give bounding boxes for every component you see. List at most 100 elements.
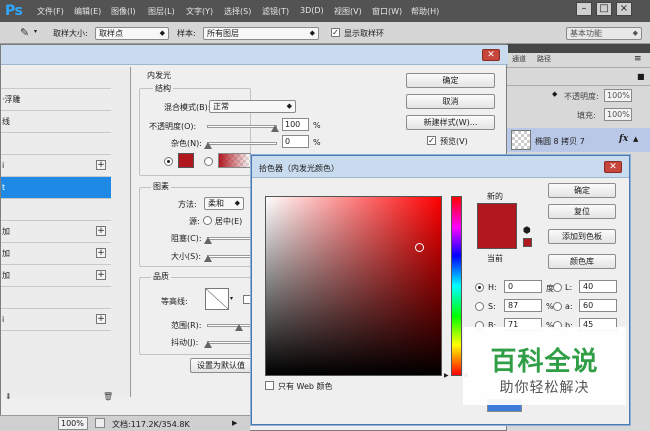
list-item[interactable] bbox=[1, 199, 111, 221]
workspace-select[interactable]: 基本功能 ◆ bbox=[566, 27, 642, 40]
lab-a-field[interactable]: 60 bbox=[579, 299, 617, 312]
layer-name[interactable]: 椭圆 8 拷贝 7 bbox=[535, 136, 585, 147]
list-item-selected[interactable]: t bbox=[1, 177, 111, 199]
blend-mode-select[interactable]: 正常 ◆ bbox=[209, 100, 296, 113]
trash-icon[interactable]: 🗑 bbox=[103, 392, 113, 401]
saturation-radio[interactable] bbox=[475, 302, 484, 311]
status-menu-arrow-icon[interactable]: ▶ bbox=[232, 419, 237, 427]
range-slider-handle[interactable] bbox=[235, 324, 243, 331]
expand-effects-icon[interactable]: ▲ bbox=[633, 135, 638, 143]
cancel-button[interactable]: 取消 bbox=[406, 94, 495, 109]
menu-type[interactable]: 文字(Y) bbox=[186, 6, 213, 17]
gamut-cube-icon[interactable]: ⬢ bbox=[523, 226, 531, 236]
ok-button[interactable]: 确定 bbox=[406, 73, 495, 88]
size-slider[interactable] bbox=[207, 255, 251, 258]
opacity-field[interactable]: 100 bbox=[282, 118, 309, 131]
hue-slider-left-icon[interactable]: ▶ bbox=[444, 372, 449, 379]
menu-window[interactable]: 窗口(W) bbox=[372, 6, 402, 17]
hue-field[interactable]: 0 bbox=[504, 280, 542, 293]
add-icon[interactable]: + bbox=[96, 314, 106, 324]
menu-layer[interactable]: 图层(L) bbox=[148, 6, 175, 17]
menu-view[interactable]: 视图(V) bbox=[334, 6, 362, 17]
add-icon[interactable]: + bbox=[96, 160, 106, 170]
close-window-button[interactable]: × bbox=[616, 2, 632, 16]
choke-slider[interactable] bbox=[207, 237, 251, 240]
add-to-swatches-button[interactable]: 添加到色板 bbox=[548, 229, 616, 244]
jitter-slider-handle[interactable] bbox=[204, 341, 212, 348]
menu-select[interactable]: 选择(S) bbox=[224, 6, 251, 17]
list-item[interactable] bbox=[1, 287, 111, 309]
list-item[interactable]: 线 bbox=[1, 111, 111, 133]
list-item[interactable]: 加 + bbox=[1, 243, 111, 265]
web-safe-swatch[interactable] bbox=[523, 238, 532, 247]
list-item[interactable]: ·浮雕 bbox=[1, 89, 111, 111]
opacity-slider[interactable] bbox=[207, 125, 277, 128]
set-default-button[interactable]: 设置为默认值 bbox=[190, 358, 252, 373]
eyedropper-icon[interactable]: ✎ bbox=[20, 26, 29, 39]
lab-l-radio[interactable] bbox=[553, 283, 562, 292]
hue-radio[interactable] bbox=[475, 283, 484, 292]
color-radio[interactable] bbox=[164, 157, 173, 166]
panel-menu-icon[interactable]: ≡ bbox=[634, 54, 642, 64]
range-slider[interactable] bbox=[207, 324, 251, 327]
glow-color-swatch[interactable] bbox=[178, 153, 194, 168]
layer-fill-field[interactable]: 100% bbox=[604, 108, 632, 121]
opacity-slider-handle[interactable] bbox=[271, 125, 279, 132]
color-libraries-button[interactable]: 颜色库 bbox=[548, 254, 616, 269]
hue-slider[interactable] bbox=[451, 196, 462, 376]
menu-edit[interactable]: 编辑(E) bbox=[74, 6, 101, 17]
source-center-radio[interactable] bbox=[203, 216, 212, 225]
sample-select[interactable]: 所有图层 ◆ bbox=[203, 27, 319, 40]
tab-paths[interactable]: 路径 bbox=[537, 54, 551, 66]
size-slider-handle[interactable] bbox=[204, 255, 212, 262]
zoom-field[interactable]: 100% bbox=[58, 417, 88, 430]
add-icon[interactable]: + bbox=[96, 248, 106, 258]
noise-slider[interactable] bbox=[207, 142, 277, 145]
add-icon[interactable]: + bbox=[96, 226, 106, 236]
menu-help[interactable]: 帮助(H) bbox=[411, 6, 439, 17]
gradient-radio[interactable] bbox=[204, 157, 213, 166]
picker-reset-button[interactable]: 复位 bbox=[548, 204, 616, 219]
doc-info-icon[interactable] bbox=[95, 418, 105, 428]
list-item[interactable]: i + bbox=[1, 309, 111, 331]
color-marker-icon[interactable] bbox=[415, 243, 424, 252]
choke-slider-handle[interactable] bbox=[204, 237, 212, 244]
show-ring-checkbox[interactable]: ✓ bbox=[331, 28, 340, 37]
tool-preset-arrow-icon[interactable]: ▾ bbox=[34, 28, 37, 35]
add-icon[interactable]: + bbox=[96, 270, 106, 280]
list-item[interactable]: 加 + bbox=[1, 221, 111, 243]
list-item[interactable]: 加 + bbox=[1, 265, 111, 287]
maximize-button[interactable]: □ bbox=[596, 2, 612, 16]
list-item[interactable] bbox=[1, 133, 111, 155]
menu-filter[interactable]: 滤镜(T) bbox=[262, 6, 289, 17]
fx-icon[interactable]: fx bbox=[619, 134, 628, 144]
menu-3d[interactable]: 3D(D) bbox=[300, 6, 324, 15]
layer-opacity-field[interactable]: 100% bbox=[604, 89, 632, 102]
web-only-checkbox[interactable] bbox=[265, 381, 274, 390]
picker-ok-button[interactable]: 确定 bbox=[548, 183, 616, 198]
jitter-slider[interactable] bbox=[207, 341, 251, 344]
close-icon[interactable]: ✕ bbox=[604, 161, 622, 173]
list-item[interactable] bbox=[1, 67, 111, 89]
move-down-icon[interactable]: ⬇ bbox=[5, 392, 12, 401]
menu-image[interactable]: 图像(I) bbox=[111, 6, 136, 17]
noise-field[interactable]: 0 bbox=[282, 135, 309, 148]
saturation-brightness-field[interactable] bbox=[265, 196, 442, 376]
menu-file[interactable]: 文件(F) bbox=[37, 6, 64, 17]
contour-chevron-icon[interactable]: ▾ bbox=[230, 295, 233, 302]
tab-channels[interactable]: 通道 bbox=[512, 54, 526, 66]
minimize-button[interactable]: – bbox=[576, 2, 592, 16]
preview-checkbox[interactable]: ✓ bbox=[427, 136, 436, 145]
list-item[interactable]: i + bbox=[1, 155, 111, 177]
saturation-field[interactable]: 87 bbox=[504, 299, 542, 312]
contour-preview[interactable] bbox=[205, 288, 229, 310]
lab-a-radio[interactable] bbox=[553, 302, 562, 311]
filter-toggle-icon[interactable]: ■ bbox=[637, 72, 645, 81]
lab-l-field[interactable]: 40 bbox=[579, 280, 617, 293]
close-icon[interactable]: ✕ bbox=[482, 49, 500, 61]
method-select[interactable]: 柔和 ◆ bbox=[204, 197, 244, 210]
blend-chevron-icon[interactable]: ◆ bbox=[552, 90, 557, 98]
noise-slider-handle[interactable] bbox=[204, 142, 212, 149]
new-style-button[interactable]: 新建样式(W)... bbox=[406, 115, 495, 130]
sample-size-select[interactable]: 取样点 ◆ bbox=[95, 27, 169, 40]
